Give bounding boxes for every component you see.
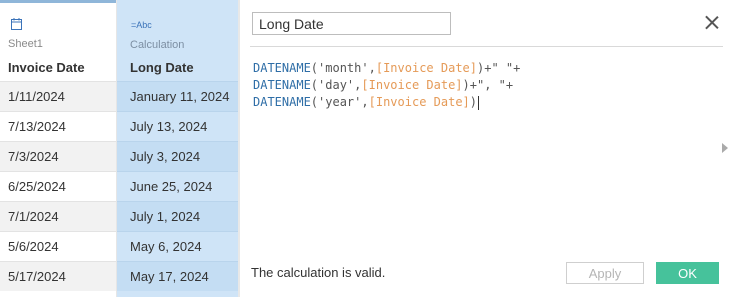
formula-function: DATENAME xyxy=(253,61,311,75)
table-cell[interactable]: January 11, 2024 xyxy=(117,81,238,111)
table-cell[interactable]: May 6, 2024 xyxy=(117,231,238,261)
formula-editor[interactable]: DATENAME('month',[Invoice Date])+" "+ DAT… xyxy=(253,60,713,240)
calculation-name-input[interactable] xyxy=(252,12,451,35)
formula-tail: )+", "+ xyxy=(462,78,514,92)
formula-argument: 'month' xyxy=(318,61,369,75)
table-cell[interactable]: July 1, 2024 xyxy=(117,201,238,231)
validation-status: The calculation is valid. xyxy=(251,265,386,280)
table-cell[interactable]: 7/3/2024 xyxy=(0,141,116,171)
ok-button[interactable]: OK xyxy=(656,262,719,284)
formula-argument: 'year' xyxy=(318,95,362,109)
formula-argument: 'day' xyxy=(318,78,355,92)
formula-field: [Invoice Date] xyxy=(375,61,477,75)
table-cell[interactable]: 7/13/2024 xyxy=(0,111,116,141)
formula-paren: ( xyxy=(310,78,319,92)
apply-button[interactable]: Apply xyxy=(566,262,644,284)
calculated-string-icon: =Abc xyxy=(131,20,152,30)
table-cell[interactable]: July 13, 2024 xyxy=(117,111,238,141)
table-cell[interactable]: July 3, 2024 xyxy=(117,141,238,171)
formula-paren: ( xyxy=(310,61,319,75)
formula-field: [Invoice Date] xyxy=(368,95,470,109)
formula-line: DATENAME('month',[Invoice Date])+" "+ xyxy=(253,60,713,77)
close-icon[interactable] xyxy=(702,13,722,33)
column-long-date[interactable]: =Abc Calculation Long Date January 11, 2… xyxy=(117,0,238,297)
table-cell[interactable]: 5/6/2024 xyxy=(0,231,116,261)
column-name: Invoice Date xyxy=(8,60,85,75)
column-source: Calculation xyxy=(130,39,185,51)
column-name: Long Date xyxy=(130,60,194,75)
text-cursor xyxy=(478,95,480,110)
calendar-icon xyxy=(11,18,22,32)
formula-tail: ) xyxy=(469,95,478,109)
data-grid: Sheet1 Invoice Date 1/11/2024 7/13/2024 … xyxy=(0,0,240,297)
expand-panel-arrow-icon[interactable] xyxy=(722,143,728,153)
table-cell[interactable]: 7/1/2024 xyxy=(0,201,116,231)
calculation-editor: DATENAME('month',[Invoice Date])+" "+DAT… xyxy=(240,0,733,297)
table-cell[interactable]: 1/11/2024 xyxy=(0,81,116,111)
column-header-long-date[interactable]: =Abc Calculation Long Date xyxy=(117,3,238,81)
formula-field: [Invoice Date] xyxy=(361,78,463,92)
table-cell[interactable]: 5/17/2024 xyxy=(0,261,116,291)
formula-comma: , xyxy=(361,95,369,109)
column-header-invoice-date[interactable]: Sheet1 Invoice Date xyxy=(0,3,116,81)
column-invoice-date[interactable]: Sheet1 Invoice Date 1/11/2024 7/13/2024 … xyxy=(0,0,117,297)
formula-tail: )+" "+ xyxy=(477,61,521,75)
column-source: Sheet1 xyxy=(8,38,43,50)
formula-line: DATENAME('day',[Invoice Date])+", "+ xyxy=(253,77,713,94)
table-cell[interactable]: May 17, 2024 xyxy=(117,261,238,291)
divider xyxy=(250,46,723,47)
formula-function: DATENAME xyxy=(253,78,311,92)
table-cell[interactable]: June 25, 2024 xyxy=(117,171,238,201)
formula-comma: , xyxy=(368,61,376,75)
formula-paren: ( xyxy=(310,95,319,109)
table-cell[interactable]: 6/25/2024 xyxy=(0,171,116,201)
formula-function: DATENAME xyxy=(253,95,311,109)
formula-line: DATENAME('year',[Invoice Date]) xyxy=(253,94,713,111)
